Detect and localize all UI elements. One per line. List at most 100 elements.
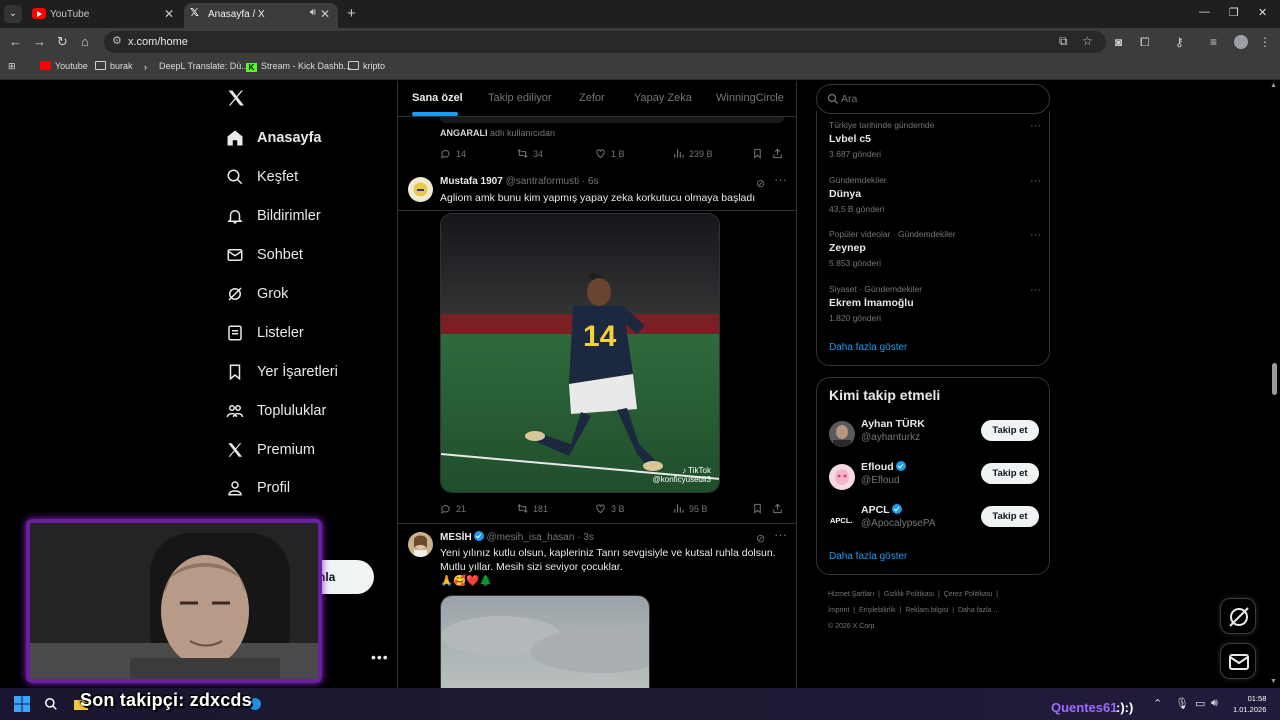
nav-item-lists[interactable]: Listeler — [226, 318, 304, 348]
site-info-icon[interactable]: ⚙ — [112, 34, 122, 47]
nav-item-explore[interactable]: Keşfet — [226, 162, 298, 192]
volume-icon[interactable]: 🔊︎ — [1211, 697, 1218, 710]
more-icon[interactable]: ··· — [1030, 120, 1041, 132]
repost-button[interactable]: 181 — [517, 503, 548, 514]
scroll-down-arrow[interactable]: ▼ — [1270, 678, 1277, 685]
bookmark-kripto[interactable]: kripto — [348, 61, 385, 71]
avatar[interactable] — [408, 177, 433, 202]
follow-suggestion[interactable]: APCL. APCL @ApocalypsePA Takip et — [829, 504, 1041, 540]
trend-item[interactable]: Popüler videolar · Gündemdekiler Zeynep … — [829, 229, 1041, 268]
follow-suggestion[interactable]: Efloud @Efloud Takip et — [829, 461, 1041, 497]
puzzle-icon[interactable]: ⧠ — [1140, 35, 1150, 50]
bookmark-button[interactable] — [752, 148, 768, 159]
menu-icon[interactable]: ⋮ — [1259, 35, 1271, 49]
nav-item-profile[interactable]: Profil — [226, 473, 290, 503]
tab-following[interactable]: Takip ediliyor — [488, 92, 552, 104]
bookmark-deepl[interactable]: › DeepL Translate: Dü... — [144, 61, 249, 72]
author-handle[interactable]: @mesih_isa_hasan · 3s — [486, 532, 593, 543]
grok-icon[interactable]: ⊘ — [756, 177, 765, 190]
nav-item-grok[interactable]: Grok — [226, 279, 288, 309]
apps-icon[interactable]: ⊞ — [8, 61, 16, 72]
minimize-button[interactable]: — — [1199, 6, 1210, 18]
scrollbar-thumb[interactable] — [1272, 363, 1277, 395]
footer-link[interactable]: Daha fazla ... — [958, 607, 999, 614]
new-tab-button[interactable]: + — [347, 5, 356, 22]
restore-button[interactable]: ❐ — [1229, 6, 1239, 19]
nav-item-premium[interactable]: Premium — [226, 435, 315, 465]
profile-avatar[interactable] — [1234, 35, 1248, 49]
network-icon[interactable]: ▭ — [1195, 697, 1205, 710]
more-icon[interactable]: ··· — [1030, 175, 1041, 187]
reply-button[interactable]: 21 — [440, 503, 466, 514]
trends-show-more-link[interactable]: Daha fazla göster — [829, 342, 907, 353]
close-icon[interactable]: ✕ — [320, 7, 330, 21]
more-icon[interactable]: ··· — [774, 172, 787, 187]
grok-icon[interactable]: ⊘ — [756, 532, 765, 545]
footer-link[interactable]: Reklam bilgisi — [905, 607, 948, 614]
tab-winningcircle[interactable]: WinningCircle — [716, 92, 784, 104]
author-handle[interactable]: @santraformusti · 6s — [506, 176, 599, 187]
tweet-image[interactable] — [440, 595, 650, 688]
footer-link[interactable]: Çerez Politikası — [944, 591, 993, 598]
grok-fab-button[interactable] — [1220, 598, 1256, 634]
author-name[interactable]: Mustafa 1907 — [440, 176, 503, 187]
x-logo-icon[interactable] — [226, 88, 246, 114]
install-app-icon[interactable]: ⧉ — [1059, 34, 1068, 49]
reading-list-icon[interactable]: ≡ — [1210, 35, 1217, 49]
more-icon[interactable]: ··· — [774, 527, 787, 542]
tray-chevron-icon[interactable]: ⌃ — [1153, 697, 1162, 710]
bookmark-kick[interactable]: K Stream - Kick Dashb... — [246, 61, 351, 72]
key-icon[interactable]: ⚷ — [1175, 35, 1184, 49]
author-name[interactable]: MESİH — [440, 532, 472, 543]
tweet-video[interactable]: 14 ♪ TikTok @konficyusedil3 — [440, 213, 720, 493]
bookmark-youtube[interactable]: Youtube — [40, 61, 88, 71]
trend-item[interactable]: Gündemdekiler Dünya 43,5 B gönderi ··· — [829, 175, 1041, 214]
taskbar-clock[interactable]: 01:58 1.01.2026 — [1233, 693, 1266, 715]
scroll-up-arrow[interactable]: ▲ — [1270, 82, 1277, 89]
follow-show-more-link[interactable]: Daha fazla göster — [829, 551, 907, 562]
tweet[interactable]: MESİH @mesih_isa_hasan · 3s ⊘ ··· Yeni y… — [398, 524, 796, 688]
nav-item-communities[interactable]: Topluluklar — [226, 396, 326, 426]
messages-fab-button[interactable] — [1220, 643, 1256, 679]
reply-button[interactable]: 14 — [440, 148, 466, 159]
more-icon[interactable]: ··· — [1030, 284, 1041, 296]
windows-start-icon[interactable] — [14, 696, 30, 712]
follow-button[interactable]: Takip et — [981, 506, 1039, 527]
views-button[interactable]: 95 B — [673, 503, 708, 514]
share-button[interactable] — [772, 503, 788, 514]
footer-link[interactable]: İmprint — [828, 607, 849, 614]
nav-item-bookmarks[interactable]: Yer İşaretleri — [226, 357, 338, 387]
account-more-icon[interactable]: ••• — [371, 649, 389, 665]
tab-youtube[interactable]: YouTube ✕ — [26, 3, 182, 28]
follow-button[interactable]: Takip et — [981, 463, 1039, 484]
tab-zefor[interactable]: Zefor — [579, 92, 605, 104]
home-button[interactable]: ⌂ — [81, 34, 89, 49]
follow-suggestion[interactable]: Ayhan TÜRK @ayhanturkz Takip et — [829, 418, 1041, 454]
repost-button[interactable]: 34 — [517, 148, 543, 159]
tweet[interactable]: Mustafa 1907 @santraformusti · 6s ⊘ ··· … — [398, 169, 796, 524]
nav-item-notifications[interactable]: Bildirimler — [226, 201, 321, 231]
tab-search-button[interactable]: ⌄ — [4, 5, 22, 23]
tab-for-you[interactable]: Sana özel — [412, 92, 463, 104]
trend-item[interactable]: Siyaset · Gündemdekiler Ekrem İmamoğlu 1… — [829, 284, 1041, 323]
forward-button[interactable]: → — [33, 34, 46, 49]
address-bar[interactable]: ⚙ x.com/home ⧉ ☆ — [104, 31, 1106, 53]
avatar[interactable] — [408, 532, 433, 557]
follow-button[interactable]: Takip et — [981, 420, 1039, 441]
views-button[interactable]: 239 B — [673, 148, 713, 159]
like-button[interactable]: 3 B — [595, 503, 625, 514]
avatar[interactable]: APCL. — [829, 507, 855, 533]
footer-link[interactable]: Gizlilik Politikası — [884, 591, 934, 598]
speaker-icon[interactable]: 🔊︎ — [310, 7, 316, 18]
search-input[interactable]: Ara — [816, 84, 1050, 114]
nav-item-home[interactable]: Anasayfa — [226, 123, 321, 153]
footer-link[interactable]: Hizmet Şartları — [828, 591, 874, 598]
close-window-button[interactable]: ✕ — [1258, 6, 1267, 19]
avatar[interactable] — [829, 421, 855, 447]
reload-button[interactable]: ↻ — [57, 34, 68, 50]
tab-yapay-zeka[interactable]: Yapay Zeka — [634, 92, 692, 104]
footer-link[interactable]: Erişilebilirlik — [859, 607, 896, 614]
close-icon[interactable]: ✕ — [164, 7, 174, 21]
nav-item-chat[interactable]: Sohbet — [226, 240, 303, 270]
search-icon[interactable] — [44, 697, 58, 711]
